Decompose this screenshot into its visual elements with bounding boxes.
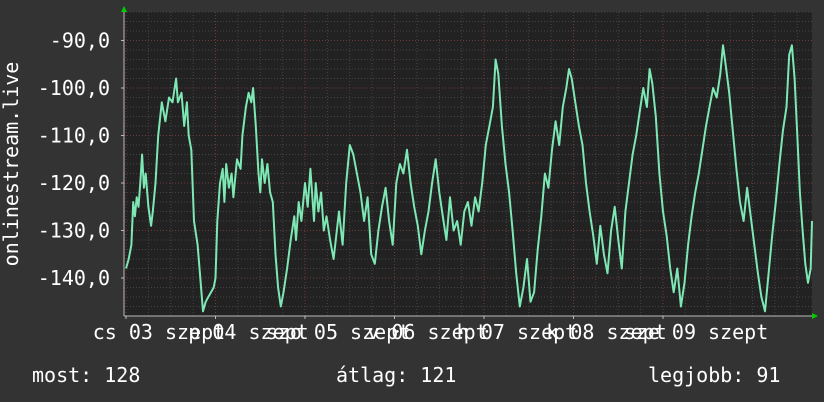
y-tick-label: -100,0 xyxy=(38,76,110,100)
stat-best-label: legjobb: xyxy=(648,363,745,387)
x-axis-arrow xyxy=(812,313,818,319)
y-tick-label: -120,0 xyxy=(38,171,110,195)
stat-current-label: most: xyxy=(32,363,93,387)
stat-current-value: 128 xyxy=(104,363,141,387)
stat-best-value: 91 xyxy=(756,363,781,387)
y-tick-label: -130,0 xyxy=(38,219,110,243)
stat-average: átlag: 121 xyxy=(336,362,456,388)
x-tick-label: sze 09 szept xyxy=(624,320,769,344)
stat-average-label: átlag: xyxy=(336,363,409,387)
y-tick-label: -110,0 xyxy=(38,124,110,148)
stat-average-value: 121 xyxy=(420,363,457,387)
y-axis-label: onlinestream.live xyxy=(0,62,23,267)
stat-current: most: 128 xyxy=(32,362,140,388)
y-tick-label: -90,0 xyxy=(50,29,110,53)
stat-best: legjobb: 91 xyxy=(648,362,780,388)
line-chart: -90,0-100,0-110,0-120,0-130,0-140,0cs 03… xyxy=(0,6,818,344)
y-tick-label: -140,0 xyxy=(38,266,110,290)
y-axis-arrow xyxy=(121,6,127,12)
